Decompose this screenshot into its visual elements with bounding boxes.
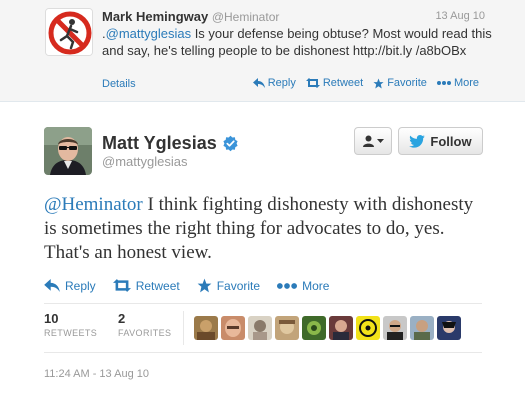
avatar-image <box>383 316 407 340</box>
stats-divider-bottom <box>44 352 482 353</box>
retweeter-avatar[interactable] <box>275 316 299 340</box>
avatar-image <box>221 316 245 340</box>
main-retweet-button[interactable]: Retweet <box>112 278 180 293</box>
retweet-icon <box>305 78 320 88</box>
stats-separator <box>183 311 184 345</box>
retweeter-avatar[interactable] <box>221 316 245 340</box>
retweeter-avatar[interactable] <box>437 316 461 340</box>
avatar-image <box>410 316 434 340</box>
main-favorite-label: Favorite <box>216 278 261 293</box>
parent-favorite-label: Favorite <box>387 77 427 89</box>
main-avatar[interactable] <box>44 127 92 175</box>
retweeter-avatar[interactable] <box>248 316 272 340</box>
parent-more-label: More <box>453 77 479 89</box>
parent-actions: Reply Retweet Favorite More <box>252 77 479 89</box>
favorites-label: FAVORITES <box>118 328 172 338</box>
stats-divider-top <box>44 303 482 304</box>
parent-author-name[interactable]: Mark Hemingway <box>102 9 208 24</box>
no-running-man-icon <box>46 9 92 55</box>
retweeter-avatar[interactable] <box>383 316 407 340</box>
avatar-image <box>302 316 326 340</box>
verified-badge-icon <box>223 135 238 152</box>
follow-button-label: Follow <box>430 133 472 149</box>
main-actions: Reply Retweet Favorite More <box>44 278 329 293</box>
parent-tweet-text: .@mattyglesias Is your defense being obt… <box>102 25 494 59</box>
main-tweet-text: @Heminator I think fighting dishonesty w… <box>44 193 484 265</box>
follow-button[interactable]: Follow <box>398 127 483 155</box>
avatar-image <box>437 316 461 340</box>
favorites-count: 2 <box>118 311 126 326</box>
details-link[interactable]: Details <box>102 78 136 90</box>
retweets-label: RETWEETS <box>44 328 98 338</box>
avatar-image <box>329 316 353 340</box>
profile-photo <box>44 127 92 175</box>
reply-icon <box>252 78 265 88</box>
parent-tweet: Mark Hemingway @Heminator 13 Aug 10 .@ma… <box>0 0 525 102</box>
avatar-image <box>275 316 299 340</box>
star-icon <box>373 77 384 89</box>
twitter-bird-icon <box>409 134 426 148</box>
parent-author-handle[interactable]: @Heminator <box>212 10 280 24</box>
parent-date[interactable]: 13 Aug 10 <box>435 10 485 22</box>
favorites-stat[interactable]: 2 FAVORITES <box>118 311 171 338</box>
user-icon <box>362 135 374 147</box>
parent-retweet-button[interactable]: Retweet <box>305 77 364 89</box>
main-reply-button[interactable]: Reply <box>44 278 96 293</box>
main-author-handle[interactable]: @mattyglesias <box>102 154 187 169</box>
main-mention-link[interactable]: @Heminator <box>44 194 143 215</box>
star-icon <box>197 278 212 293</box>
retweeter-avatar[interactable] <box>356 316 380 340</box>
user-actions-dropdown-button[interactable] <box>354 127 392 155</box>
parent-author[interactable]: Mark Hemingway @Heminator <box>102 9 279 24</box>
retweeter-avatar[interactable] <box>410 316 434 340</box>
parent-more-button[interactable]: More <box>436 77 479 89</box>
parent-retweet-label: Retweet <box>322 77 364 89</box>
retweet-icon <box>112 279 131 292</box>
retweeter-avatar[interactable] <box>194 316 218 340</box>
parent-avatar[interactable] <box>45 8 93 56</box>
retweeter-avatars <box>194 316 461 340</box>
main-more-label: More <box>302 278 330 293</box>
main-favorite-button[interactable]: Favorite <box>197 278 260 293</box>
main-reply-label: Reply <box>65 278 96 293</box>
avatar-image <box>356 316 380 340</box>
main-retweet-label: Retweet <box>135 278 180 293</box>
retweeter-avatar[interactable] <box>302 316 326 340</box>
main-author-name[interactable]: Matt Yglesias <box>102 133 217 154</box>
more-dots-icon <box>277 282 298 289</box>
parent-reply-button[interactable]: Reply <box>252 77 296 89</box>
retweets-count: 10 <box>44 311 59 326</box>
avatar-image <box>248 316 272 340</box>
more-dots-icon <box>436 81 451 85</box>
retweets-stat[interactable]: 10 RETWEETS <box>44 311 97 338</box>
main-author[interactable]: Matt Yglesias <box>102 133 239 154</box>
caret-down-icon <box>376 139 384 143</box>
main-more-button[interactable]: More <box>277 278 329 293</box>
tweet-timestamp[interactable]: 11:24 AM - 13 Aug 10 <box>44 368 149 380</box>
avatar-image <box>194 316 218 340</box>
retweeter-avatar[interactable] <box>329 316 353 340</box>
reply-icon <box>44 279 60 292</box>
parent-favorite-button[interactable]: Favorite <box>373 77 427 89</box>
parent-mention-link[interactable]: @mattyglesias <box>106 26 191 41</box>
parent-reply-label: Reply <box>267 77 296 89</box>
